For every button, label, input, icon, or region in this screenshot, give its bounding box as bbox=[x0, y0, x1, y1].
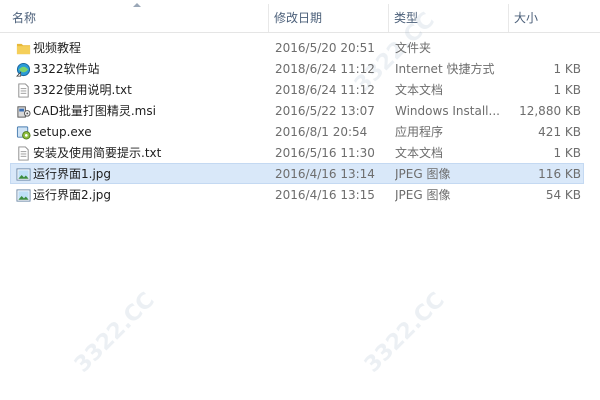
file-type: 文本文档 bbox=[395, 146, 444, 160]
column-header-type[interactable]: 类型 bbox=[390, 0, 508, 32]
file-row[interactable]: CAD批量打图精灵.msi 2016/5/22 13:07 Windows In… bbox=[10, 100, 584, 121]
file-type: 文件夹 bbox=[395, 41, 432, 55]
file-date: 2016/5/16 11:30 bbox=[275, 146, 375, 160]
column-header-date[interactable]: 修改日期 bbox=[270, 0, 388, 32]
file-name: 视频教程 bbox=[33, 41, 82, 55]
file-date: 2016/4/16 13:15 bbox=[275, 188, 375, 202]
file-row[interactable]: setup.exe 2016/8/1 20:54 应用程序 421 KB bbox=[10, 121, 584, 142]
file-size: 54 KB bbox=[545, 188, 581, 202]
column-divider[interactable] bbox=[508, 4, 509, 32]
file-size: 1 KB bbox=[553, 146, 581, 160]
column-divider[interactable] bbox=[268, 4, 269, 32]
image-file-icon bbox=[16, 188, 31, 203]
installer-icon bbox=[16, 104, 31, 119]
file-date: 2016/8/1 20:54 bbox=[275, 125, 368, 139]
file-name: 运行界面1.jpg bbox=[33, 167, 112, 181]
watermark: 3322.CC bbox=[360, 287, 450, 378]
file-size: 1 KB bbox=[553, 83, 581, 97]
column-divider[interactable] bbox=[388, 4, 389, 32]
file-date: 2016/4/16 13:14 bbox=[275, 167, 375, 181]
file-date: 2016/5/20 20:51 bbox=[275, 41, 375, 55]
file-row[interactable]: 运行界面2.jpg 2016/4/16 13:15 JPEG 图像 54 KB bbox=[10, 184, 584, 205]
file-row[interactable]: 3322使用说明.txt 2018/6/24 11:12 文本文档 1 KB bbox=[10, 79, 584, 100]
file-row[interactable]: 安装及使用简要提示.txt 2016/5/16 11:30 文本文档 1 KB bbox=[10, 142, 584, 163]
file-name: CAD批量打图精灵.msi bbox=[33, 104, 156, 118]
column-header: 名称 修改日期 类型 大小 bbox=[0, 0, 600, 33]
column-header-size[interactable]: 大小 bbox=[510, 0, 598, 32]
file-type: Internet 快捷方式 bbox=[395, 62, 495, 76]
file-name: 运行界面2.jpg bbox=[33, 188, 112, 202]
file-name: 3322软件站 bbox=[33, 62, 100, 76]
file-size: 1 KB bbox=[553, 62, 581, 76]
watermark: 3322.CC bbox=[70, 287, 160, 378]
sort-ascending-icon bbox=[133, 3, 141, 7]
setup-exe-icon bbox=[16, 125, 31, 140]
image-file-icon bbox=[16, 167, 31, 182]
file-type: JPEG 图像 bbox=[395, 188, 451, 202]
file-size: 12,880 KB bbox=[519, 104, 581, 118]
file-type: 应用程序 bbox=[395, 125, 444, 139]
file-type: JPEG 图像 bbox=[395, 167, 451, 181]
file-name: 3322使用说明.txt bbox=[33, 83, 132, 97]
file-size bbox=[503, 38, 581, 59]
file-size: 116 KB bbox=[538, 167, 581, 181]
folder-icon bbox=[16, 41, 31, 56]
file-row[interactable]: 视频教程 2016/5/20 20:51 文件夹 bbox=[10, 37, 584, 58]
file-size: 421 KB bbox=[538, 125, 581, 139]
file-date: 2018/6/24 11:12 bbox=[275, 62, 375, 76]
file-row-selected[interactable]: 运行界面1.jpg 2016/4/16 13:14 JPEG 图像 116 KB bbox=[10, 163, 584, 184]
file-date: 2016/5/22 13:07 bbox=[275, 104, 375, 118]
file-name: setup.exe bbox=[33, 125, 92, 139]
internet-shortcut-icon bbox=[16, 62, 31, 77]
text-file-icon bbox=[16, 83, 31, 98]
file-row[interactable]: 3322软件站 2018/6/24 11:12 Internet 快捷方式 1 … bbox=[10, 58, 584, 79]
file-date: 2018/6/24 11:12 bbox=[275, 83, 375, 97]
file-type: 文本文档 bbox=[395, 83, 444, 97]
text-file-icon bbox=[16, 146, 31, 161]
file-type: Windows Install... bbox=[395, 104, 500, 118]
file-name: 安装及使用简要提示.txt bbox=[33, 146, 162, 160]
